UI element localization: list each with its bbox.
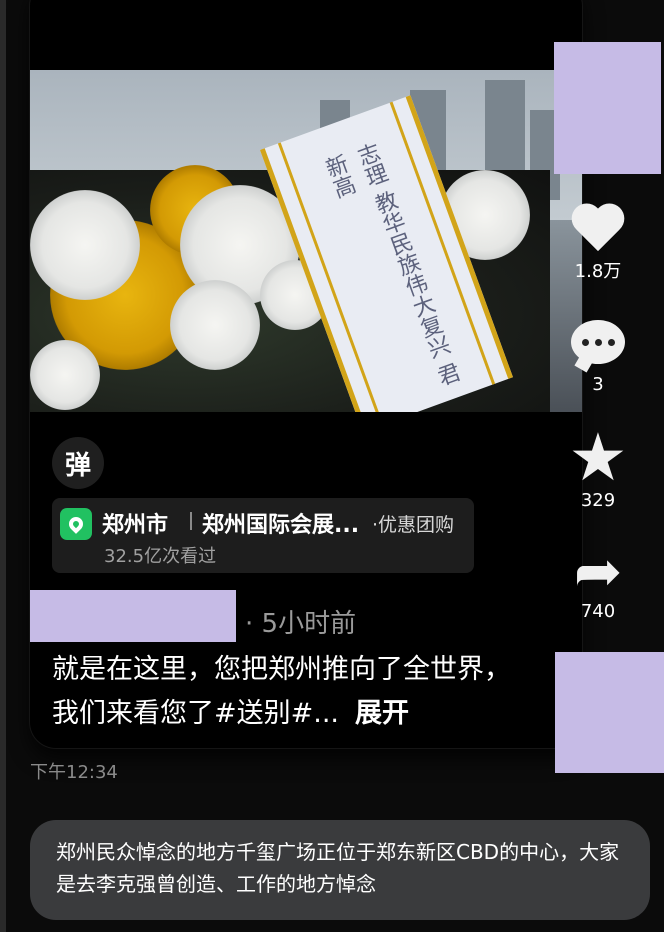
- comment-button[interactable]: 3: [560, 320, 636, 395]
- white-chrysanthemum: [170, 280, 260, 370]
- location-views: 32.5亿次看过: [104, 546, 217, 567]
- redacted-author-name: [30, 590, 236, 642]
- location-divider: [190, 512, 192, 530]
- white-chrysanthemum: [30, 340, 100, 410]
- location-tag[interactable]: 郑州市 郑州国际会展... ·优惠团购 32.5亿次看过: [52, 498, 474, 573]
- danmaku-label: 弹: [64, 450, 91, 481]
- share-button[interactable]: ➦ 740: [560, 537, 636, 622]
- reply-bubble[interactable]: 郑州民众悼念的地方千玺广场正位于郑东新区CBD的中心，大家是去李克强曾创造、工作…: [30, 820, 650, 920]
- danmaku-button[interactable]: 弹: [52, 437, 104, 489]
- window-edge: [0, 0, 6, 932]
- share-icon: ➦: [573, 537, 623, 605]
- post-time: · 5小时前: [245, 609, 357, 639]
- post-caption: 就是在这里，您把郑州推向了全世界，我们来看您了#送别#... 展开: [52, 648, 522, 736]
- location-city: 郑州市: [102, 513, 169, 538]
- location-pin-icon: [60, 508, 92, 540]
- reply-text: 郑州民众悼念的地方千玺广场正位于郑东新区CBD的中心，大家是去李克强曾创造、工作…: [56, 840, 620, 896]
- chat-screen: 志理 教华民族伟大复兴 君新高 弹 郑州市 郑州国际会展... ·优惠团购 32…: [0, 0, 664, 932]
- message-timestamp: 下午12:34: [30, 762, 118, 783]
- favorite-button[interactable]: ★ 329: [560, 419, 636, 512]
- redacted-sender-avatar: [555, 652, 664, 773]
- expand-link[interactable]: 展开: [355, 698, 409, 729]
- comment-count: 3: [592, 374, 604, 395]
- like-button[interactable]: 1.8万: [560, 205, 636, 283]
- star-icon: ★: [568, 419, 628, 496]
- location-place: 郑州国际会展...: [202, 513, 360, 538]
- comment-icon: [571, 320, 625, 364]
- heart-icon: [570, 205, 626, 255]
- like-count: 1.8万: [574, 261, 622, 282]
- share-count: 740: [580, 601, 616, 622]
- location-deal: ·优惠团购: [372, 514, 455, 536]
- caption-text: 就是在这里，您把郑州推向了全世界，我们来看您了#送别#...: [52, 654, 511, 729]
- white-chrysanthemum: [30, 190, 140, 300]
- redacted-avatar: [554, 42, 661, 174]
- video-thumbnail[interactable]: 志理 教华民族伟大复兴 君新高: [30, 70, 582, 412]
